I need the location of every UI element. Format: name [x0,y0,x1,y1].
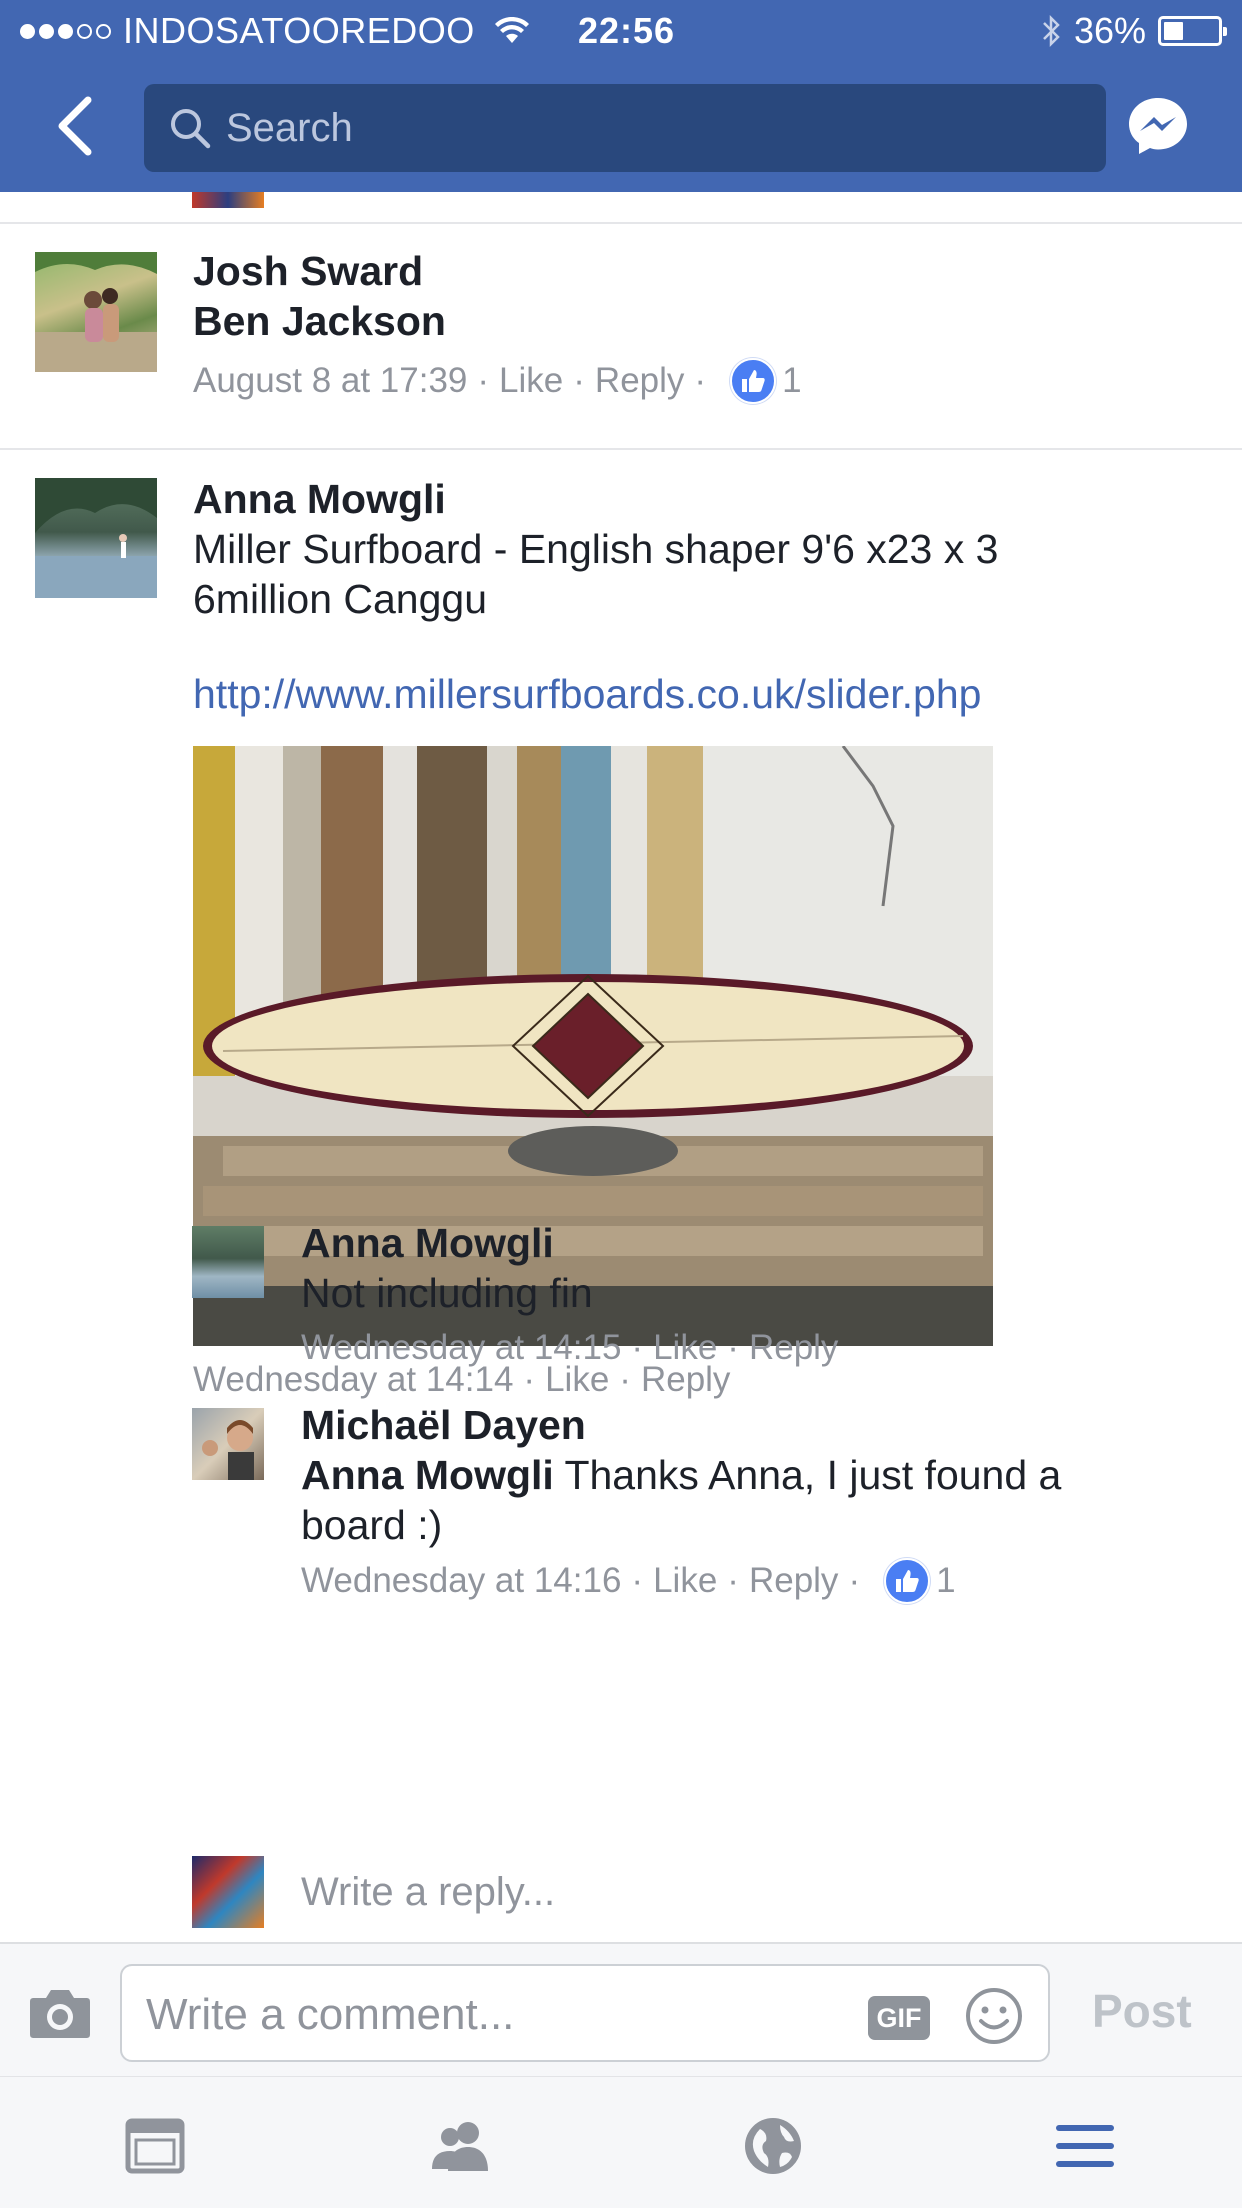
news-feed-icon[interactable] [122,2113,188,2179]
tab-bar [0,2076,1242,2208]
reply-michael-dayen: Michaël Dayen Anna Mowgli Thanks Anna, I… [0,1384,1242,1604]
thumbs-up-icon[interactable] [884,1558,931,1604]
like-link[interactable]: Like [653,1328,717,1368]
reply-meta: Wednesday at 14:15 · Like · Reply [301,1328,839,1368]
thumbs-up-icon[interactable] [730,358,777,404]
reply-author[interactable]: Anna Mowgli [301,1218,838,1268]
avatar-photo [202,1420,254,1480]
gif-button[interactable]: GIF [868,1996,930,2040]
comment-anna-mowgli: Anna Mowgli Miller Surfboard - English s… [0,450,1242,1942]
comments-list: Josh Sward Ben Jackson August 8 at 17:39… [0,192,1242,1942]
globe-notifications-icon[interactable] [740,2113,806,2179]
reply-text-line: Thanks Anna, I just found a [553,1452,1062,1498]
comment-author[interactable]: Anna Mowgli [193,474,1213,524]
messenger-icon[interactable] [1126,94,1190,158]
reply-text-line: board :) [301,1502,443,1548]
reply-text: Not including fin [301,1270,593,1316]
status-bar: INDOSATOOREDOO 22:56 36% [0,0,1242,62]
avatar-photo [35,252,157,372]
emoji-icon[interactable] [964,1986,1024,2046]
signal-strength-icon [20,23,111,39]
avatar[interactable] [35,478,157,598]
like-link[interactable]: Like [653,1561,717,1601]
reply-timestamp[interactable]: Wednesday at 14:15 [301,1328,621,1368]
previous-avatar-fragment [192,192,264,208]
reply-text: Anna Mowgli Thanks Anna, I just found a [301,1450,1201,1500]
reply-link[interactable]: Reply [749,1561,838,1601]
mention[interactable]: Anna Mowgli [301,1452,554,1498]
write-reply-row[interactable]: Write a reply... [0,1856,1242,1942]
like-count[interactable]: 1 [936,1561,955,1601]
carrier-name: INDOSATOOREDOO [123,10,475,51]
status-left: INDOSATOOREDOO [20,10,529,52]
like-link[interactable]: Like [499,361,563,401]
comment-josh-sward: Josh Sward Ben Jackson August 8 at 17:39… [0,224,1242,414]
avatar [192,1856,264,1928]
avatar[interactable] [192,1226,264,1298]
camera-icon[interactable] [28,1986,92,2040]
comment-text-line: Miller Surfboard - English shaper 9'6 x2… [193,526,999,572]
write-reply-placeholder[interactable]: Write a reply... [301,1870,555,1915]
clock: 22:56 [578,10,676,51]
comment-timestamp[interactable]: August 8 at 17:39 [193,361,467,401]
reply-link[interactable]: Reply [749,1328,838,1368]
search-input[interactable] [226,105,1026,151]
comment-box[interactable]: GIF [120,1964,1050,2062]
comment-meta: August 8 at 17:39 · Like · Reply · 1 [193,358,802,404]
like-count[interactable]: 1 [782,361,801,401]
battery-percent: 36% [1073,10,1146,51]
avatar-photo [35,478,157,598]
wifi-icon [494,17,529,43]
reply-link[interactable]: Reply [595,361,684,401]
menu-icon[interactable] [1052,2113,1118,2179]
search-bar[interactable] [144,84,1106,172]
comment-author[interactable]: Josh Sward [193,246,802,296]
post-button[interactable]: Post [1092,1984,1192,2038]
reply-anna-mowgli: Anna Mowgli Not including fin Wednesday … [0,1202,1242,1367]
search-icon [171,109,211,149]
avatar[interactable] [35,252,157,372]
comment-composer: GIF Post [0,1942,1242,2076]
reply-meta: Wednesday at 14:16 · Like · Reply · 1 [301,1558,1201,1604]
comment-link[interactable]: http://www.millersurfboards.co.uk/slider… [193,669,1213,719]
comment-input[interactable] [146,1990,746,2040]
bluetooth-icon [1043,14,1060,48]
reply-anna-mowgli [193,1634,1233,1804]
back-button[interactable] [50,94,106,158]
app-header: INDOSATOOREDOO 22:56 36% [0,0,1242,192]
battery-icon [1158,16,1227,46]
comment-text[interactable]: Ben Jackson [193,296,802,346]
avatar[interactable] [192,1408,264,1480]
reply-timestamp[interactable]: Wednesday at 14:16 [301,1561,621,1601]
comment-text-line: 6million Canggu [193,576,488,622]
status-right: 36% [1040,10,1227,52]
nav-bar [0,82,1242,172]
friend-requests-icon[interactable] [428,2113,494,2179]
reply-author[interactable]: Michaël Dayen [301,1400,1201,1450]
